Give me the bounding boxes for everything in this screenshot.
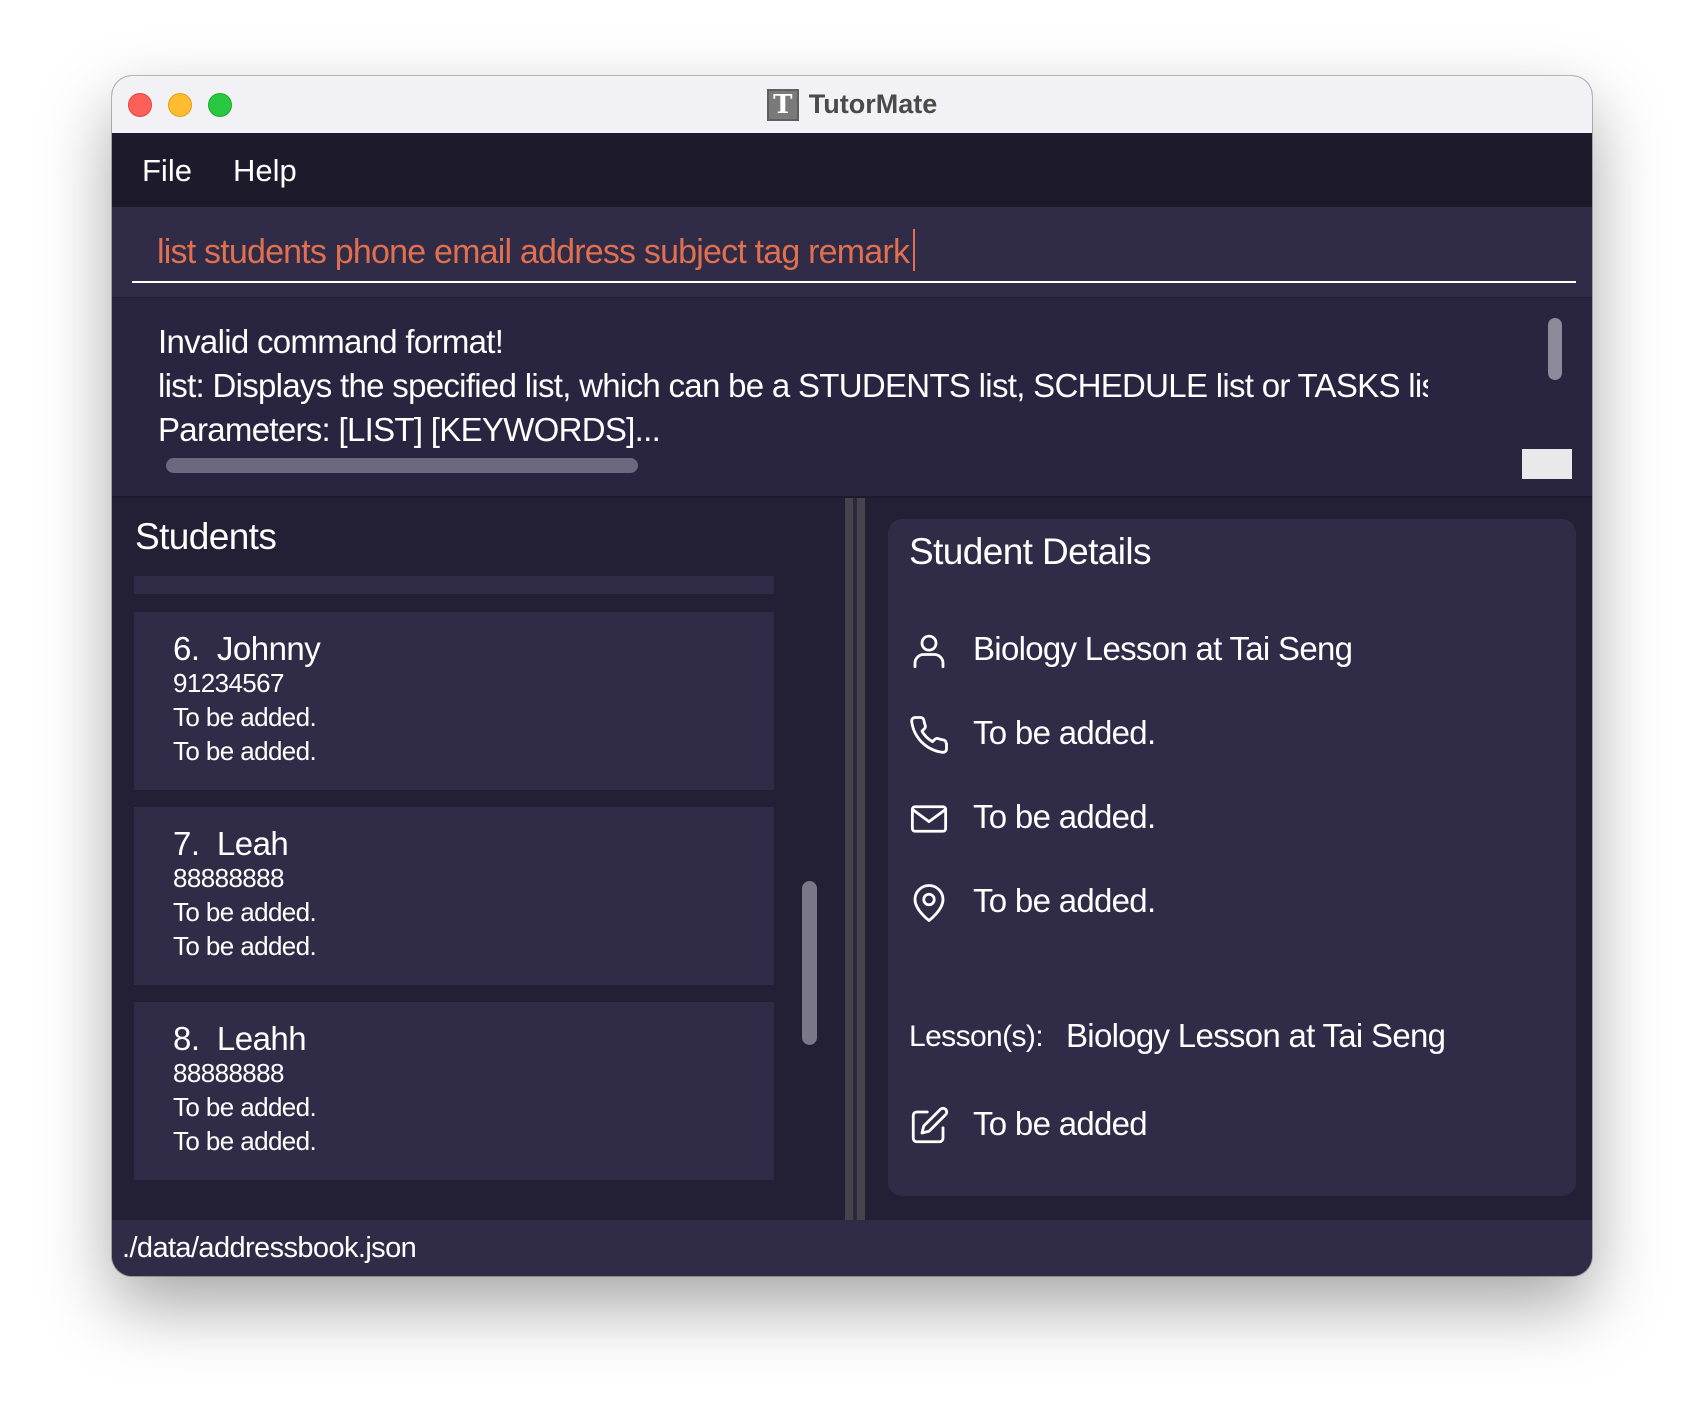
- menu-help[interactable]: Help: [233, 153, 297, 189]
- details-remark: To be added: [973, 1105, 1148, 1142]
- lessons-label: Lesson(s):: [909, 1020, 1044, 1053]
- student-email: To be added.: [173, 702, 317, 732]
- menu-bar: File Help: [112, 133, 1592, 207]
- phone-icon: [910, 716, 948, 754]
- split-pane-divider-line: [853, 498, 857, 1220]
- list-item-partial[interactable]: [134, 576, 774, 594]
- person-icon: [913, 634, 945, 669]
- student-card[interactable]: 8. Leahh 88888888 To be added. To be add…: [134, 1002, 774, 1180]
- mail-icon: [910, 805, 948, 833]
- student-phone: 88888888: [173, 1058, 284, 1088]
- student-address: To be added.: [173, 931, 317, 961]
- edit-icon: [911, 1106, 949, 1144]
- student-phone: 91234567: [173, 668, 284, 698]
- student-name: 6. Johnny: [173, 630, 321, 667]
- student-email: To be added.: [173, 897, 317, 927]
- status-bar: ./data/addressbook.json: [112, 1220, 1592, 1276]
- result-line: list: Displays the specified list, which…: [158, 367, 1428, 404]
- scroll-corner: [1522, 449, 1572, 479]
- student-name: 7. Leah: [173, 825, 289, 862]
- menu-file[interactable]: File: [142, 153, 192, 189]
- details-name: Biology Lesson at Tai Seng: [973, 630, 1353, 667]
- command-box[interactable]: list students phone email address subjec…: [112, 207, 1592, 297]
- result-text: Invalid command format! list: Displays t…: [158, 320, 1428, 460]
- student-card[interactable]: 7. Leah 88888888 To be added. To be adde…: [134, 807, 774, 985]
- title-bar: T TutorMate: [112, 76, 1592, 134]
- student-name: 8. Leahh: [173, 1020, 307, 1057]
- student-address: To be added.: [173, 1126, 317, 1156]
- app-window: T TutorMate File Help list students phon…: [112, 76, 1592, 1276]
- location-pin-icon: [913, 884, 945, 922]
- student-card[interactable]: 6. Johnny 91234567 To be added. To be ad…: [134, 612, 774, 790]
- details-title: Student Details: [909, 531, 1152, 572]
- command-input[interactable]: list students phone email address subjec…: [157, 233, 910, 272]
- text-caret: [913, 229, 915, 271]
- data-file-path: ./data/addressbook.json: [122, 1232, 417, 1264]
- result-line: Parameters: [LIST] [KEYWORDS]...: [158, 411, 661, 448]
- student-list-scrollbar[interactable]: [802, 881, 817, 1045]
- result-vertical-scrollbar[interactable]: [1548, 318, 1562, 380]
- result-horizontal-scrollbar[interactable]: [166, 458, 638, 473]
- details-email: To be added.: [973, 798, 1156, 835]
- window-title: TutorMate: [808, 89, 938, 119]
- student-address: To be added.: [173, 736, 317, 766]
- student-email: To be added.: [173, 1092, 317, 1122]
- details-address: To be added.: [973, 882, 1156, 919]
- details-phone: To be added.: [973, 714, 1156, 751]
- student-phone: 88888888: [173, 863, 284, 893]
- result-line: Invalid command format!: [158, 323, 504, 360]
- students-panel-title: Students: [135, 516, 277, 557]
- lessons-value: Biology Lesson at Tai Seng: [1066, 1017, 1446, 1054]
- app-logo-icon: T: [766, 88, 799, 121]
- student-details-panel: Student Details Biology Lesson at Tai Se…: [888, 519, 1576, 1196]
- command-underline: [132, 281, 1576, 283]
